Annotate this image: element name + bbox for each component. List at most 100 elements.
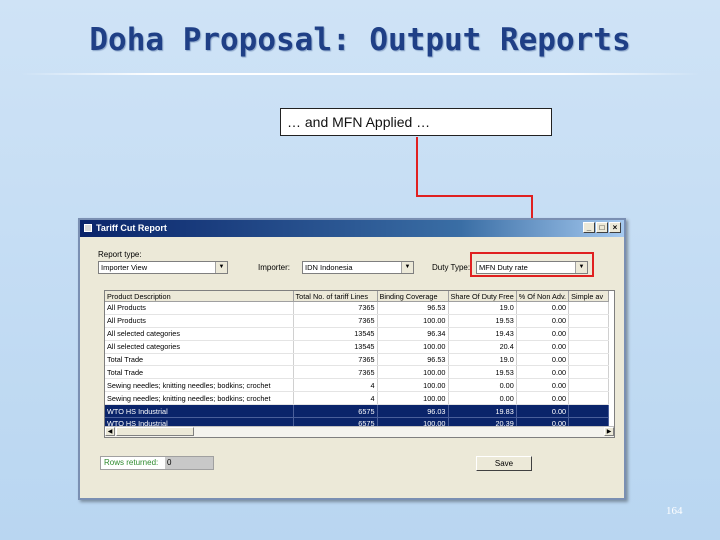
results-table: Product Description Total No. of tariff …: [105, 291, 610, 431]
table-cell: 96.53: [377, 353, 449, 367]
rows-returned-label: Rows returned:: [104, 458, 159, 467]
table-cell: All Products: [105, 301, 294, 315]
table-row[interactable]: Total Trade 7365 100.00 19.53 0.00: [105, 365, 610, 380]
scroll-left-icon[interactable]: ◀: [105, 427, 115, 436]
table-cell: [568, 327, 610, 341]
title-rule: [20, 73, 700, 75]
table-cell: 0.00: [516, 365, 570, 380]
page-number: 164: [666, 505, 683, 517]
table-cell: 100.00: [377, 391, 449, 406]
table-row[interactable]: Sewing needles; knitting needles; bodkin…: [105, 378, 610, 393]
window-titlebar[interactable]: Tariff Cut Report _ □ ×: [80, 220, 624, 237]
table-cell: 0.00: [516, 340, 570, 354]
column-header[interactable]: % Of Non Adv.: [516, 291, 570, 302]
table-cell: 100.00: [377, 340, 449, 354]
table-cell: 19.53: [448, 314, 517, 328]
table-cell: 0.00: [516, 404, 570, 419]
table-header-row: Product Description Total No. of tariff …: [105, 291, 610, 302]
table-cell: 19.83: [448, 404, 517, 419]
table-cell: 0.00: [516, 353, 570, 367]
importer-label: Importer:: [258, 263, 291, 272]
table-cell: [568, 340, 610, 354]
duty-type-highlight: [470, 252, 594, 277]
table-cell: 19.43: [448, 327, 517, 341]
column-header[interactable]: Binding Coverage: [377, 291, 449, 302]
table-cell: 4: [293, 378, 378, 393]
table-cell: 7365: [293, 365, 378, 380]
table-cell: 96.34: [377, 327, 449, 341]
column-header[interactable]: Product Description: [105, 291, 294, 302]
report-type-value: Importer View: [101, 263, 148, 272]
table-cell: [568, 365, 610, 380]
table-cell: 100.00: [377, 365, 449, 380]
table-row[interactable]: All Products 7365 100.00 19.53 0.00: [105, 314, 610, 328]
table-cell: All selected categories: [105, 340, 294, 354]
table-cell: [568, 404, 610, 419]
column-header[interactable]: Total No. of tariff Lines: [293, 291, 378, 302]
importer-select[interactable]: IDN Indonesia ▼: [302, 261, 414, 274]
table-row[interactable]: WTO HS Industrial 6575 96.03 19.83 0.00: [105, 404, 610, 419]
table-cell: 7365: [293, 314, 378, 328]
table-cell: 7365: [293, 301, 378, 315]
close-button[interactable]: ×: [609, 222, 621, 233]
table-row[interactable]: Sewing needles; knitting needles; bodkin…: [105, 391, 610, 406]
table-cell: [568, 314, 610, 328]
report-type-label: Report type:: [98, 250, 142, 259]
importer-value: IDN Indonesia: [305, 263, 353, 272]
table-cell: 19.53: [448, 365, 517, 380]
table-row[interactable]: All selected categories 13545 100.00 20.4 0.…: [105, 340, 610, 354]
table-cell: [568, 301, 610, 315]
window-title: Tariff Cut Report: [96, 223, 167, 233]
table-cell: 0.00: [448, 378, 517, 393]
chevron-down-icon[interactable]: ▼: [215, 262, 227, 273]
rows-returned-field: Rows returned: 0: [100, 456, 214, 470]
table-cell: [568, 378, 610, 393]
table-cell: Total Trade: [105, 353, 294, 367]
table-cell: 100.00: [377, 378, 449, 393]
column-header[interactable]: Share Of Duty Free: [448, 291, 517, 302]
duty-type-label: Duty Type:: [432, 263, 471, 272]
slide-title: Doha Proposal: Output Reports: [89, 22, 631, 58]
table-cell: 0.00: [516, 301, 570, 315]
table-cell: 20.4: [448, 340, 517, 354]
report-type-select[interactable]: Importer View ▼: [98, 261, 228, 274]
app-icon: [84, 224, 92, 232]
table-cell: 6575: [293, 404, 378, 419]
table-row[interactable]: All selected categories 13545 96.34 19.43 0.…: [105, 327, 610, 341]
table-cell: 96.03: [377, 404, 449, 419]
table-cell: 0.00: [448, 391, 517, 406]
chevron-down-icon[interactable]: ▼: [401, 262, 413, 273]
table-row[interactable]: All Products 7365 96.53 19.0 0.00: [105, 301, 610, 315]
scroll-thumb[interactable]: [116, 427, 194, 436]
table-cell: 7365: [293, 353, 378, 367]
table-cell: Sewing needles; knitting needles; bodkin…: [105, 378, 294, 393]
table-cell: WTO HS Industrial: [105, 404, 294, 419]
table-cell: 0.00: [516, 327, 570, 341]
table-cell: 0.00: [516, 391, 570, 406]
table-cell: 0.00: [516, 314, 570, 328]
horizontal-scrollbar[interactable]: ◀ ▶: [105, 426, 614, 437]
table-cell: 13545: [293, 327, 378, 341]
column-header[interactable]: Simple av: [568, 291, 610, 302]
callout-box: … and MFN Applied …: [280, 108, 552, 136]
table-cell: Sewing needles; knitting needles; bodkin…: [105, 391, 294, 406]
table-cell: [568, 391, 610, 406]
table-cell: 19.0: [448, 353, 517, 367]
rows-returned-value: 0: [165, 457, 213, 469]
minimize-button[interactable]: _: [583, 222, 595, 233]
table-cell: Total Trade: [105, 365, 294, 380]
table-cell: All selected categories: [105, 327, 294, 341]
table-cell: All Products: [105, 314, 294, 328]
maximize-button[interactable]: □: [596, 222, 608, 233]
table-cell: 100.00: [377, 314, 449, 328]
table-cell: 19.0: [448, 301, 517, 315]
table-cell: 4: [293, 391, 378, 406]
table-cell: 96.53: [377, 301, 449, 315]
table-cell: 0.00: [516, 378, 570, 393]
table-cell: 13545: [293, 340, 378, 354]
scroll-right-icon[interactable]: ▶: [604, 427, 614, 436]
save-button[interactable]: Save: [476, 456, 532, 471]
table-cell: [568, 353, 610, 367]
table-row[interactable]: Total Trade 7365 96.53 19.0 0.00: [105, 353, 610, 367]
results-grid[interactable]: Product Description Total No. of tariff …: [104, 290, 615, 438]
